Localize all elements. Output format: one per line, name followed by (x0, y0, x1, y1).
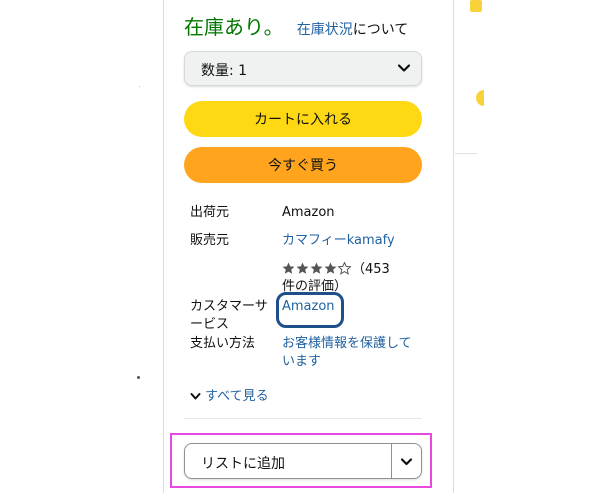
buy-now-button[interactable]: 今すぐ買う (184, 147, 422, 183)
add-to-list-label: リストに追加 (201, 456, 285, 472)
availability: 在庫あり。 在庫状況について (184, 11, 408, 40)
add-to-cart-button[interactable]: カートに入れる (184, 101, 422, 137)
ships-from-value: Amazon (282, 205, 335, 220)
sold-by-link[interactable]: カマフィーkamafy (282, 232, 395, 250)
adjacent-badge (470, 0, 482, 12)
quantity-select[interactable]: 数量: 1 (184, 51, 422, 86)
sold-by-label: 販売元 (190, 233, 230, 248)
add-to-list-button[interactable]: リストに追加 (184, 443, 422, 479)
background-mark (139, 86, 140, 87)
in-stock-text: 在庫あり。 (184, 15, 284, 39)
star-icon (324, 262, 337, 274)
split-divider (391, 444, 392, 478)
stock-status-link[interactable]: 在庫状況 (297, 22, 353, 38)
section-divider (184, 418, 422, 419)
chevron-down-icon (190, 393, 201, 400)
star-icon (310, 262, 323, 274)
adjacent-badge (476, 90, 484, 106)
quantity-label: 数量: 1 (201, 63, 248, 79)
star-icon (296, 262, 309, 274)
seller-rating[interactable]: （453件の評価） (282, 261, 402, 295)
stock-status-suffix: について (352, 22, 409, 38)
payment-link[interactable]: お客様情報を保護しています (282, 335, 412, 371)
rating-stars (282, 262, 351, 275)
see-all-link[interactable]: すべて見る (190, 385, 269, 404)
customer-service-label: カスタマーサービス (190, 299, 268, 332)
payment-label: 支払い方法 (190, 336, 256, 351)
background-dot (137, 376, 140, 379)
adjacent-divider (455, 153, 477, 154)
star-icon (282, 262, 295, 274)
customer-service-highlight (276, 292, 344, 328)
see-all-text: すべて見る (205, 389, 269, 404)
half-star-icon (338, 262, 351, 275)
chevron-down-icon[interactable] (400, 455, 413, 468)
chevron-down-icon (397, 64, 411, 72)
ships-from-label: 出荷元 (190, 205, 230, 220)
